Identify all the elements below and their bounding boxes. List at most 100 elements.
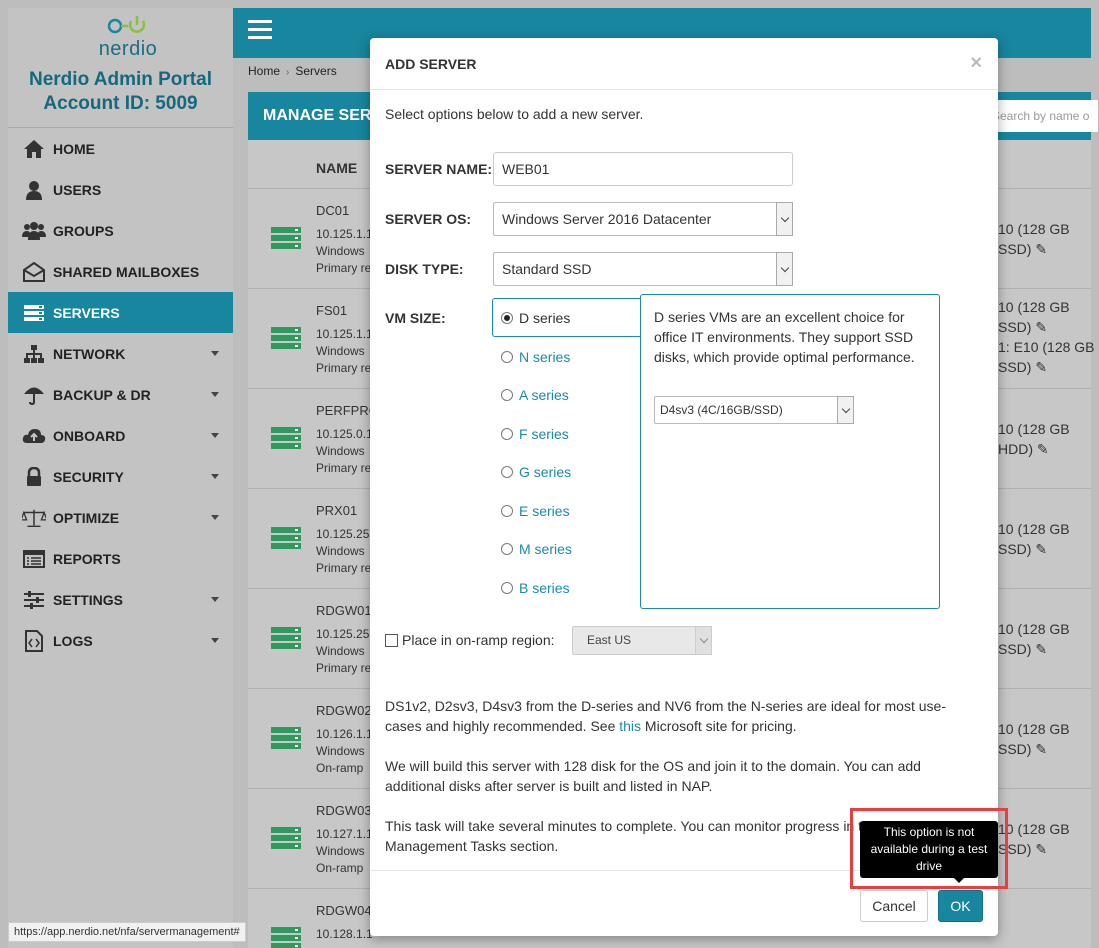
server-name: RDGW04 bbox=[316, 903, 372, 918]
pencil-icon[interactable]: ✎ bbox=[1035, 319, 1047, 335]
portal-title: Nerdio Admin Portal Account ID: 5009 bbox=[8, 68, 233, 116]
pencil-icon[interactable]: ✎ bbox=[1035, 741, 1047, 757]
server-ip: 10.127.1.1 bbox=[316, 827, 373, 841]
disk-type: SSD) bbox=[998, 641, 1032, 657]
pencil-icon[interactable]: ✎ bbox=[1035, 241, 1047, 257]
radio-label: A series bbox=[519, 387, 569, 403]
breadcrumb-home[interactable]: Home bbox=[248, 64, 280, 78]
server-os-value: Windows Server 2016 Datacenter bbox=[502, 211, 712, 227]
page-title: MANAGE SERV bbox=[263, 107, 382, 124]
radio-label: D series bbox=[519, 310, 571, 326]
server-name: RDGW03 bbox=[316, 803, 372, 818]
radio-f-series[interactable]: F series bbox=[501, 426, 569, 442]
add-server-dialog: ADD SERVER × Select options below to add… bbox=[370, 38, 998, 936]
sidebar-item-servers[interactable]: SERVERS bbox=[8, 292, 233, 333]
chevron-down-icon bbox=[211, 351, 219, 356]
server-os: Windows bbox=[316, 744, 365, 758]
sidebar-item-security[interactable]: SECURITY bbox=[8, 456, 233, 497]
portal-name: Nerdio Admin Portal bbox=[29, 69, 212, 90]
data-disk-type: SSD) bbox=[998, 359, 1032, 375]
search-input[interactable]: Search by name o bbox=[988, 100, 1098, 132]
info-recommended-sizes: DS1v2, D2sv3, D4sv3 from the D-series an… bbox=[385, 696, 975, 736]
radio-g-series[interactable]: G series bbox=[501, 464, 571, 480]
sidebar-item-settings[interactable]: SETTINGS bbox=[8, 579, 233, 620]
vm-size-select[interactable]: D4sv3 (4C/16GB/SSD) bbox=[654, 396, 854, 424]
cancel-button[interactable]: Cancel bbox=[860, 890, 928, 922]
disk-size: 10 (128 GB bbox=[998, 221, 1070, 237]
radio-m-series[interactable]: M series bbox=[501, 541, 572, 557]
envelope-open-icon bbox=[22, 261, 46, 283]
sidebar-item-backup-dr[interactable]: BACKUP & DR bbox=[8, 374, 233, 415]
server-ip: 10.125.1.1 bbox=[316, 227, 373, 241]
radio-label: E series bbox=[519, 503, 570, 519]
umbrella-icon bbox=[22, 384, 46, 406]
onramp-checkbox[interactable] bbox=[385, 633, 398, 647]
server-os-select[interactable]: Windows Server 2016 Datacenter bbox=[493, 202, 793, 236]
logo-text: nerdio bbox=[98, 38, 158, 60]
dialog-title: ADD SERVER bbox=[385, 56, 477, 72]
pencil-icon[interactable]: ✎ bbox=[1035, 541, 1047, 557]
radio-b-series[interactable]: B series bbox=[501, 580, 570, 596]
server-region: Primary re bbox=[316, 461, 372, 475]
server-name: DC01 bbox=[316, 203, 350, 218]
server-os: Windows bbox=[316, 244, 365, 258]
chevron-down-icon bbox=[695, 626, 712, 655]
sidebar-item-label: LOGS bbox=[53, 632, 93, 649]
disk-size: 10 (128 GB bbox=[998, 521, 1070, 537]
disk-size: 10 (128 GB bbox=[998, 421, 1070, 437]
sidebar-item-reports[interactable]: REPORTS bbox=[8, 538, 233, 579]
sidebar-item-network[interactable]: NETWORK bbox=[8, 333, 233, 374]
radio-icon bbox=[501, 466, 513, 478]
sidebar-item-home[interactable]: HOME bbox=[8, 128, 233, 169]
users-icon bbox=[22, 220, 46, 242]
info-text: Microsoft site for pricing. bbox=[641, 718, 797, 734]
pencil-icon[interactable]: ✎ bbox=[1035, 841, 1047, 857]
sidebar-item-label: USERS bbox=[53, 181, 102, 198]
server-icon bbox=[22, 302, 46, 324]
radio-label: B series bbox=[519, 580, 570, 596]
nerdio-logo[interactable]: nerdio bbox=[98, 14, 158, 60]
dialog-header: ADD SERVER × bbox=[370, 38, 998, 90]
vm-size-value: D4sv3 (4C/16GB/SSD) bbox=[660, 403, 783, 417]
server-region: Primary re bbox=[316, 661, 372, 675]
sidebar-item-logs[interactable]: LOGS bbox=[8, 620, 233, 661]
radio-e-series[interactable]: E series bbox=[501, 503, 570, 519]
close-icon[interactable]: × bbox=[970, 52, 982, 75]
server-ip: 10.128.1.1 bbox=[316, 927, 373, 941]
server-icon bbox=[271, 627, 301, 649]
radio-icon bbox=[501, 428, 513, 440]
radio-a-series[interactable]: A series bbox=[501, 387, 569, 403]
ok-button[interactable]: OK bbox=[938, 890, 983, 922]
disk-type: SSD) bbox=[998, 241, 1032, 257]
sidebar-item-shared-mailboxes[interactable]: SHARED MAILBOXES bbox=[8, 251, 233, 292]
radio-n-series[interactable]: N series bbox=[501, 349, 570, 365]
pricing-link[interactable]: this bbox=[619, 718, 641, 734]
sidebar-item-onboard[interactable]: ONBOARD bbox=[8, 415, 233, 456]
pencil-icon[interactable]: ✎ bbox=[1035, 359, 1047, 375]
radio-icon bbox=[501, 351, 513, 363]
pencil-icon[interactable]: ✎ bbox=[1035, 641, 1047, 657]
server-name-input[interactable]: WEB01 bbox=[493, 152, 793, 186]
server-region: On-ramp bbox=[316, 761, 364, 775]
server-region: On-ramp bbox=[316, 861, 364, 875]
server-icon bbox=[271, 827, 301, 849]
info-duration: This task will take several minutes to c… bbox=[385, 818, 878, 854]
disk-info: 10 (128 GB HDD) ✎ bbox=[998, 419, 1070, 459]
chevron-down-icon bbox=[211, 392, 219, 397]
sidebar-item-groups[interactable]: GROUPS bbox=[8, 210, 233, 251]
series-description: D series VMs are an excellent choice for… bbox=[654, 309, 915, 365]
radio-label: N series bbox=[519, 349, 571, 365]
sidebar-item-label: GROUPS bbox=[53, 222, 114, 239]
server-icon bbox=[271, 327, 301, 349]
pencil-icon[interactable]: ✎ bbox=[1037, 441, 1049, 457]
disk-info: 10 (128 GB SSD) ✎ bbox=[998, 519, 1070, 559]
chevron-down-icon bbox=[211, 515, 219, 520]
disk-info: 10 (128 GB SSD) ✎ bbox=[998, 819, 1070, 859]
sidebar-item-users[interactable]: USERS bbox=[8, 169, 233, 210]
hamburger-menu-icon[interactable] bbox=[248, 20, 272, 40]
server-icon bbox=[271, 427, 301, 449]
radio-d-series[interactable]: D series bbox=[501, 310, 570, 326]
disk-type: HDD) bbox=[998, 441, 1033, 457]
disk-type-select[interactable]: Standard SSD bbox=[493, 252, 793, 286]
sidebar-item-optimize[interactable]: OPTIMIZE bbox=[8, 497, 233, 538]
